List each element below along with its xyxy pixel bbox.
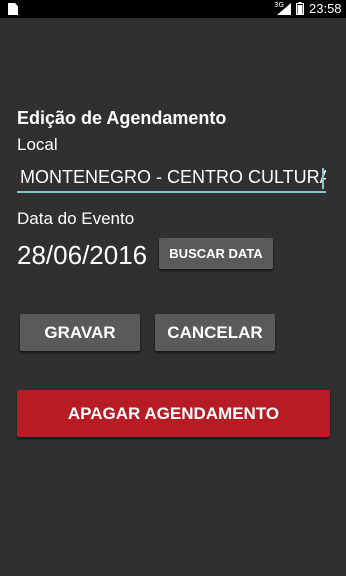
event-date-value: 28/06/2016: [17, 240, 148, 270]
battery-icon: [296, 2, 304, 15]
text-cursor: [322, 168, 324, 189]
local-input[interactable]: [17, 163, 326, 193]
local-label: Local: [17, 135, 58, 154]
cancel-button[interactable]: CANCELAR: [155, 314, 275, 351]
search-date-button[interactable]: BUSCAR DATA: [159, 238, 273, 269]
status-bar: 3G 23:58: [0, 0, 346, 18]
event-date-label: Data do Evento: [17, 209, 135, 228]
page-title: Edição de Agendamento: [17, 108, 227, 128]
delete-appointment-button[interactable]: APAGAR AGENDAMENTO: [17, 390, 330, 437]
save-button[interactable]: GRAVAR: [20, 314, 140, 351]
signal-icon: [277, 3, 291, 15]
sd-card-icon: [8, 3, 18, 15]
status-time: 23:58: [309, 1, 342, 16]
